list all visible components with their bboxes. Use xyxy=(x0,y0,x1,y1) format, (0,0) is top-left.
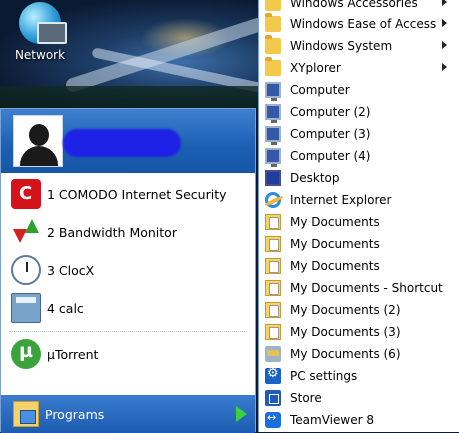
avatar-body xyxy=(20,146,58,166)
menu-item-label: TeamViewer 8 xyxy=(290,413,374,427)
documents-folder-icon xyxy=(265,214,281,230)
menu-item-my-documents[interactable]: My Documents xyxy=(259,211,459,233)
submenu-arrow-icon xyxy=(442,41,447,49)
menu-item-internet-explorer[interactable]: Internet Explorer xyxy=(259,189,459,211)
menu-item-pc-settings[interactable]: PC settings xyxy=(259,365,459,387)
menu-item-my-documents[interactable]: My Documents xyxy=(259,255,459,277)
app-clocx[interactable]: 3 ClocX xyxy=(1,251,255,289)
network-icon xyxy=(19,2,67,44)
submenu-arrow-icon xyxy=(442,19,447,27)
menu-item-label: PC settings xyxy=(290,369,358,383)
computer-icon xyxy=(265,148,281,167)
menu-item-label: Computer (4) xyxy=(290,149,371,163)
menu-item-my-documents-6[interactable]: My Documents (6) xyxy=(259,343,459,365)
menu-item-label: My Documents (3) xyxy=(290,325,401,339)
menu-item-label: Windows Accessories xyxy=(290,0,418,10)
desktop-icon xyxy=(265,170,281,186)
redacted-user-name xyxy=(63,129,181,157)
menu-item-label: Computer (2) xyxy=(290,105,371,119)
app-comodo[interactable]: 1 COMODO Internet Security xyxy=(1,175,255,213)
folder-icon xyxy=(265,0,281,11)
menu-item-store[interactable]: Store xyxy=(259,387,459,409)
internet-explorer-icon xyxy=(265,192,281,208)
menu-item-label: Computer xyxy=(290,83,350,97)
folder-icon xyxy=(265,13,281,32)
divider xyxy=(9,331,247,332)
submenu-arrow-icon xyxy=(442,0,447,6)
computer-icon xyxy=(265,104,281,123)
app-bandwidth-monitor[interactable]: 2 Bandwidth Monitor xyxy=(1,213,255,251)
submenu-arrow-icon xyxy=(442,63,447,71)
menu-item-label: My Documents (6) xyxy=(290,347,401,361)
folder-icon xyxy=(265,35,281,54)
menu-item-computer-3[interactable]: Computer (3) xyxy=(259,123,459,145)
computer-icon xyxy=(265,126,281,145)
menu-item-label: My Documents - Shortcut xyxy=(290,281,443,295)
menu-item-my-documents-2[interactable]: My Documents (2) xyxy=(259,299,459,321)
menu-item-label: My Documents (2) xyxy=(290,303,401,317)
app-label: 2 Bandwidth Monitor xyxy=(47,224,177,240)
menu-item-label: Internet Explorer xyxy=(290,193,392,207)
menu-item-label: Windows Ease of Access xyxy=(290,17,437,31)
menu-item-computer[interactable]: Computer xyxy=(259,79,459,101)
start-menu-left-panel: 1 COMODO Internet Security 2 Bandwidth M… xyxy=(0,108,256,433)
avatar[interactable] xyxy=(13,115,63,167)
user-header xyxy=(1,109,255,173)
desktop-background: Network xyxy=(0,0,260,112)
documents-folder-icon xyxy=(265,280,281,296)
programs-button[interactable]: Programs xyxy=(1,395,255,433)
app-label: 4 calc xyxy=(47,300,84,316)
menu-item-computer-2[interactable]: Computer (2) xyxy=(259,101,459,123)
app-label: µTorrent xyxy=(47,346,99,362)
menu-item-label: My Documents xyxy=(290,259,380,273)
folder-icon xyxy=(265,57,281,76)
arrow-right-icon xyxy=(236,406,247,422)
network-label: Network xyxy=(14,48,66,62)
all-programs-menu: Windows Accessories Windows Ease of Acce… xyxy=(258,0,459,432)
bandwidth-monitor-icon xyxy=(11,217,41,247)
programs-folder-icon xyxy=(13,401,39,427)
menu-item-desktop[interactable]: Desktop xyxy=(259,167,459,189)
comodo-icon xyxy=(11,179,41,209)
menu-item-windows-system[interactable]: Windows System xyxy=(259,35,459,57)
menu-item-label: XYplorer xyxy=(290,61,341,75)
programs-label: Programs xyxy=(45,406,105,422)
menu-item-label: Windows System xyxy=(290,39,393,53)
menu-item-label: Store xyxy=(290,391,322,405)
app-calc[interactable]: 4 calc xyxy=(1,289,255,327)
documents-folder-icon xyxy=(265,302,281,318)
network-folder-icon xyxy=(265,346,281,362)
menu-item-computer-4[interactable]: Computer (4) xyxy=(259,145,459,167)
menu-item-xyplorer[interactable]: XYplorer xyxy=(259,57,459,79)
menu-item-windows-accessories[interactable]: Windows Accessories xyxy=(259,0,459,14)
clock-icon xyxy=(11,255,41,285)
menu-item-label: My Documents xyxy=(290,215,380,229)
teamviewer-icon xyxy=(265,411,281,428)
network-desktop-icon[interactable]: Network xyxy=(10,2,70,62)
app-utorrent[interactable]: µTorrent xyxy=(1,335,255,373)
documents-folder-icon xyxy=(265,236,281,252)
documents-folder-icon xyxy=(265,324,281,340)
menu-item-windows-ease-of-access[interactable]: Windows Ease of Access xyxy=(259,13,459,35)
utorrent-icon xyxy=(11,339,41,369)
menu-item-my-documents[interactable]: My Documents xyxy=(259,233,459,255)
menu-item-label: Desktop xyxy=(290,171,340,185)
app-label: 3 ClocX xyxy=(47,262,95,278)
documents-folder-icon xyxy=(265,258,281,274)
computer-icon xyxy=(265,82,281,101)
gear-icon xyxy=(265,366,281,384)
app-label: 1 COMODO Internet Security xyxy=(47,186,227,202)
store-icon xyxy=(265,390,281,406)
menu-item-my-documents-shortcut[interactable]: My Documents - Shortcut xyxy=(259,277,459,299)
avatar-head xyxy=(29,124,49,146)
calculator-icon xyxy=(11,293,41,323)
menu-item-label: My Documents xyxy=(290,237,380,251)
menu-item-label: Computer (3) xyxy=(290,127,371,141)
menu-item-teamviewer[interactable]: TeamViewer 8 xyxy=(259,409,459,431)
menu-item-my-documents-3[interactable]: My Documents (3) xyxy=(259,321,459,343)
